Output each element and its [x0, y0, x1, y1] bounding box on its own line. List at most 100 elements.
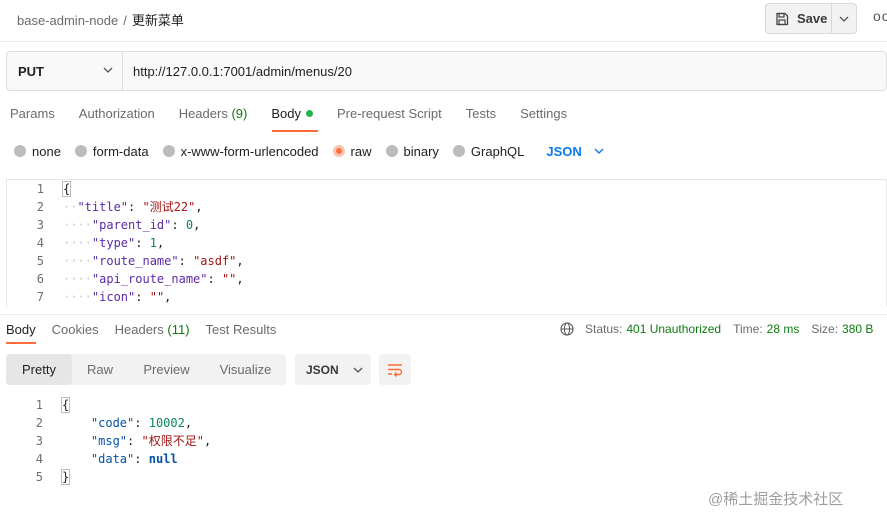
body-option-none[interactable]: none [14, 144, 61, 159]
view-mode-preview[interactable]: Preview [128, 354, 205, 385]
option-label: x-www-form-urlencoded [180, 143, 319, 159]
tab-settings[interactable]: Settings [520, 106, 567, 126]
body-option-graphql[interactable]: GraphQL [452, 144, 524, 159]
tab-params[interactable]: Params [10, 106, 55, 126]
tab-tests[interactable]: Tests [466, 106, 496, 126]
code-brace: { [60, 397, 71, 413]
radio-icon [385, 145, 398, 157]
wrap-lines-button[interactable] [379, 354, 411, 385]
save-button[interactable]: Save [765, 3, 832, 34]
json-key: "type" [91, 236, 136, 250]
line-number: 7 [36, 290, 44, 304]
code-line: 3 ····"parent_id": 0, [7, 216, 886, 234]
option-label: none [32, 143, 61, 159]
tab-label: Settings [520, 106, 568, 121]
code-line: 7 ····"icon": "", [7, 288, 886, 306]
line-number: 1 [36, 182, 44, 196]
json-key: "title" [77, 200, 129, 214]
code-line: 2 "code": 10002, [6, 414, 887, 432]
radio-icon [14, 145, 26, 157]
json-value: 1 [149, 236, 157, 250]
breadcrumb-request[interactable]: 更新菜单 [132, 13, 184, 28]
body-option-form-data[interactable]: form-data [74, 143, 149, 159]
radio-selected-icon [332, 145, 345, 157]
json-value: "测试22" [142, 200, 196, 214]
globe-icon[interactable] [560, 322, 574, 336]
request-tabs: Params Authorization Headers (9) Body Pr… [10, 106, 591, 126]
breadcrumb-collection[interactable]: base-admin-node [17, 13, 118, 28]
time-label: Time: [733, 322, 763, 336]
json-value: "" [149, 290, 165, 304]
response-tab-test-results[interactable]: Test Results [206, 322, 277, 337]
tab-label: Headers [114, 322, 164, 337]
chevron-down-icon [103, 67, 113, 73]
save-options-button[interactable] [832, 3, 857, 34]
active-response-tab-indicator [6, 342, 36, 344]
more-icon[interactable]: oo [873, 8, 887, 24]
line-number: 4 [35, 452, 43, 466]
response-body-viewer[interactable]: 1{ 2 "code": 10002, 3 "msg": "权限不足", 4 "… [6, 396, 887, 488]
line-number: 6 [36, 272, 44, 286]
body-option-urlencoded[interactable]: x-www-form-urlencoded [162, 143, 319, 159]
view-mode-raw[interactable]: Raw [72, 354, 128, 385]
line-number: 3 [36, 218, 44, 232]
option-label: form-data [92, 143, 149, 159]
code-line: 4 "data": null [6, 450, 887, 468]
breadcrumb-separator: / [123, 13, 127, 28]
json-value: 10002 [148, 416, 185, 430]
json-key: "data" [90, 452, 135, 466]
request-body-editor[interactable]: 1 { 2 ··"title": "测试22", 3 ····"parent_id":… [6, 179, 887, 307]
request-bar: PUT http://127.0.0.1:7001/admin/menus/20 [6, 51, 887, 91]
time-value[interactable]: 28 ms [767, 322, 800, 336]
tab-pre-request-script[interactable]: Pre-request Script [337, 106, 442, 126]
save-group: Save [765, 3, 857, 34]
radio-icon [452, 145, 465, 157]
url-input[interactable]: http://127.0.0.1:7001/admin/menus/20 [123, 52, 886, 90]
response-format-select[interactable]: JSON [295, 354, 371, 385]
tab-body[interactable]: Body [271, 106, 313, 126]
body-option-raw[interactable]: raw [332, 143, 372, 159]
json-key: "msg" [90, 434, 128, 448]
json-value: null [148, 452, 178, 466]
body-option-binary[interactable]: binary [385, 144, 439, 159]
code-line: 2 ··"title": "测试22", [7, 198, 886, 216]
tab-label: Params [10, 106, 55, 121]
line-number: 2 [36, 200, 44, 214]
format-label: JSON [306, 362, 339, 377]
body-language-select[interactable]: JSON [546, 143, 604, 159]
save-label: Save [797, 11, 828, 26]
method-select[interactable]: PUT [7, 52, 123, 90]
tab-label: Test Results [205, 322, 277, 337]
chevron-down-icon [594, 148, 604, 154]
chevron-down-icon [839, 16, 849, 22]
response-tab-body[interactable]: Body [6, 322, 36, 337]
header-divider [0, 41, 887, 42]
response-tab-cookies[interactable]: Cookies [52, 322, 99, 337]
code-brace: { [61, 181, 72, 197]
size-label: Size: [811, 322, 839, 336]
option-label: raw [350, 143, 372, 159]
json-value: "" [221, 272, 237, 286]
code-brace: } [60, 469, 71, 485]
tab-label: Tests [465, 106, 497, 121]
code-line: 3 "msg": "权限不足", [6, 432, 887, 450]
tab-label: Pre-request Script [336, 106, 442, 121]
size-value[interactable]: 380 B [842, 322, 873, 336]
request-header: base-admin-node / 更新菜单 Save oo [0, 0, 887, 40]
json-key: "code" [90, 416, 135, 430]
status-label: Status: [585, 322, 623, 336]
line-number: 3 [35, 434, 43, 448]
view-mode-pretty[interactable]: Pretty [6, 354, 72, 385]
json-key: "icon" [91, 290, 136, 304]
wrap-lines-icon [388, 363, 403, 377]
tab-authorization[interactable]: Authorization [79, 106, 155, 126]
language-label: JSON [546, 143, 582, 159]
response-tab-headers[interactable]: Headers (11) [115, 322, 190, 337]
status-value[interactable]: 401 Unauthorized [626, 322, 721, 336]
tab-headers[interactable]: Headers (9) [179, 106, 248, 126]
save-icon [776, 12, 789, 25]
active-dot-icon [305, 110, 313, 117]
view-mode-visualize[interactable]: Visualize [205, 354, 286, 385]
tab-label: Cookies [51, 322, 99, 337]
radio-icon [162, 145, 175, 157]
